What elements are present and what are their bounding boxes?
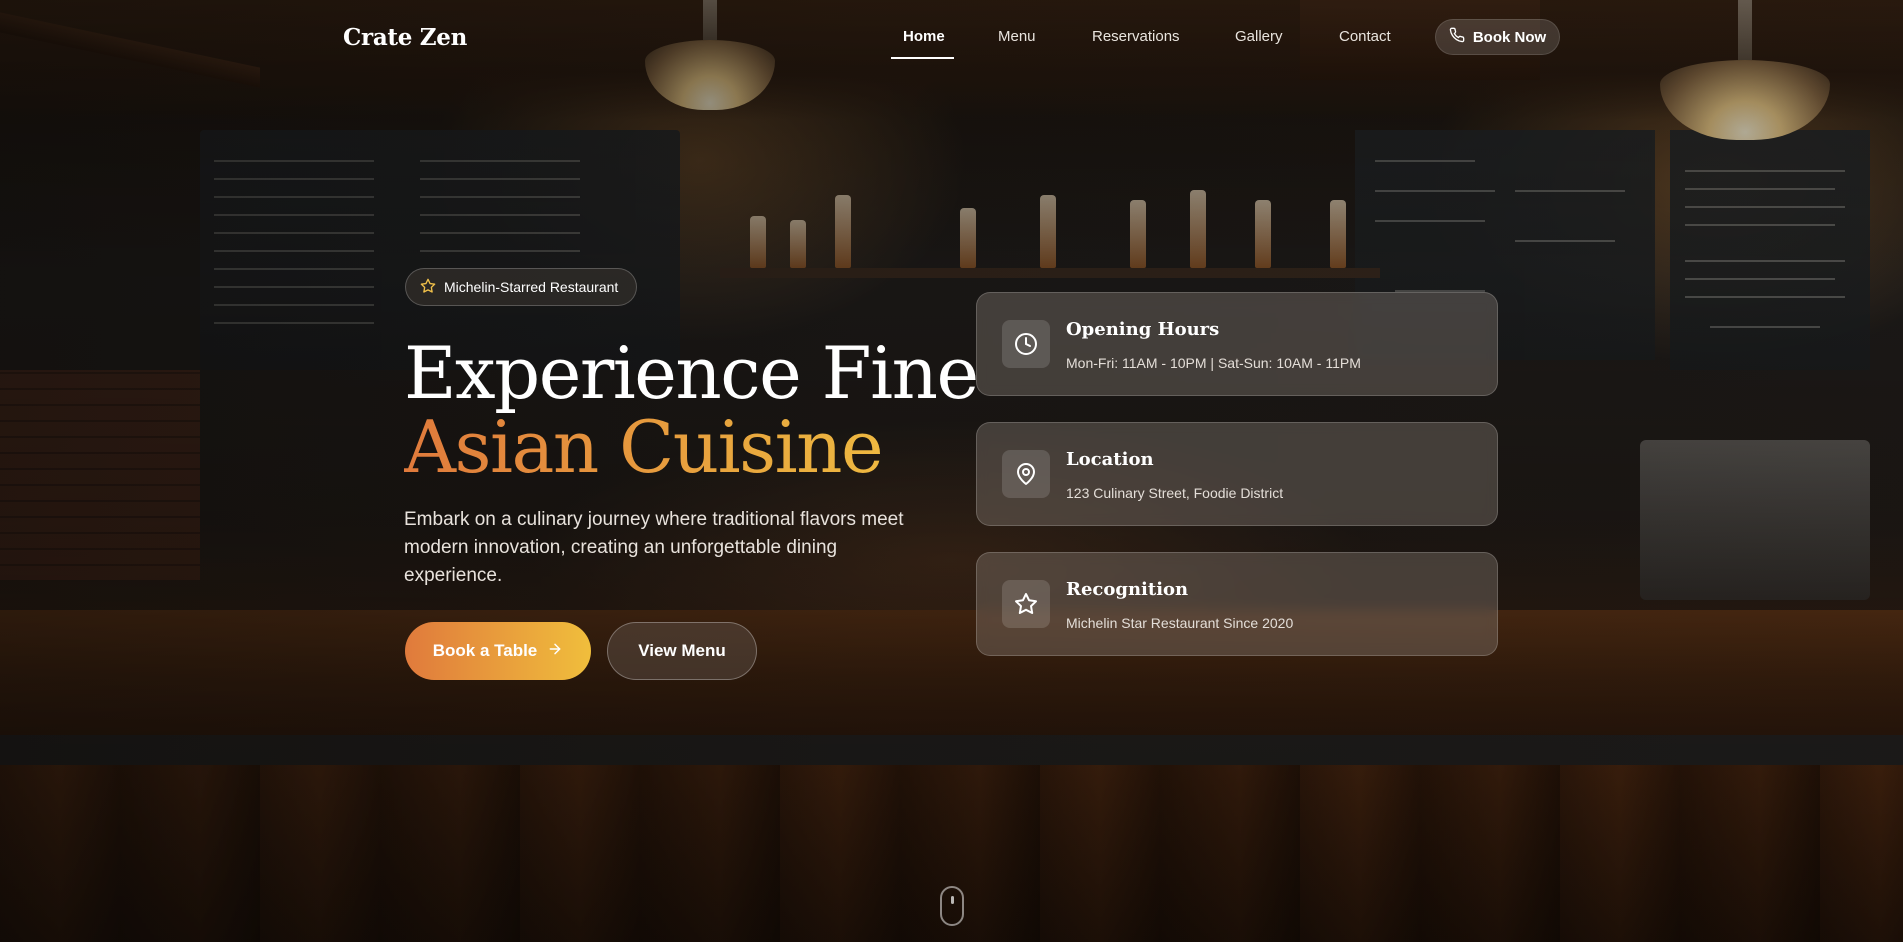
card-text: Mon-Fri: 11AM - 10PM | Sat-Sun: 10AM - 1… [1066, 355, 1361, 371]
info-card-location: Location 123 Culinary Street, Foodie Dis… [976, 422, 1498, 526]
view-menu-button[interactable]: View Menu [607, 622, 757, 680]
phone-icon [1449, 27, 1465, 47]
hero-headline: Experience Fine Asian Cuisine [404, 331, 979, 484]
card-title: Location [1066, 449, 1154, 470]
card-title: Recognition [1066, 579, 1189, 600]
book-now-button[interactable]: Book Now [1435, 19, 1560, 55]
nav-item-menu[interactable]: Menu [998, 28, 1036, 45]
book-a-table-label: Book a Table [432, 641, 538, 660]
nav-item-reservations[interactable]: Reservations [1092, 28, 1180, 45]
map-pin-icon [1002, 450, 1050, 498]
brand-logo[interactable]: Crate Zen [343, 24, 467, 51]
clock-icon [1002, 320, 1050, 368]
nav-item-contact[interactable]: Contact [1339, 28, 1391, 45]
book-a-table-button[interactable]: Book a Table [405, 622, 591, 680]
book-now-label: Book Now [1472, 28, 1547, 46]
badge-label: Michelin-Starred Restaurant [444, 279, 619, 295]
nav-active-indicator [891, 57, 954, 59]
scroll-down-indicator[interactable] [940, 886, 964, 926]
top-navigation: Crate Zen Home Menu Reservations Gallery… [0, 0, 1903, 76]
michelin-badge: Michelin-Starred Restaurant [405, 268, 638, 306]
info-card-opening-hours: Opening Hours Mon-Fri: 11AM - 10PM | Sat… [976, 292, 1498, 396]
card-title: Opening Hours [1066, 319, 1220, 340]
card-text: Michelin Star Restaurant Since 2020 [1066, 615, 1294, 631]
headline-line-1: Experience Fine [404, 331, 979, 415]
arrow-right-icon [547, 641, 563, 662]
nav-item-gallery[interactable]: Gallery [1235, 28, 1283, 45]
nav-item-home[interactable]: Home [903, 28, 945, 45]
hero-subtitle: Embark on a culinary journey where tradi… [404, 509, 904, 586]
star-icon [1002, 580, 1050, 628]
info-card-recognition: Recognition Michelin Star Restaurant Sin… [976, 552, 1498, 656]
card-text: 123 Culinary Street, Foodie District [1066, 485, 1284, 501]
headline-line-2: Asian Cuisine [404, 410, 978, 484]
star-icon [420, 278, 436, 297]
